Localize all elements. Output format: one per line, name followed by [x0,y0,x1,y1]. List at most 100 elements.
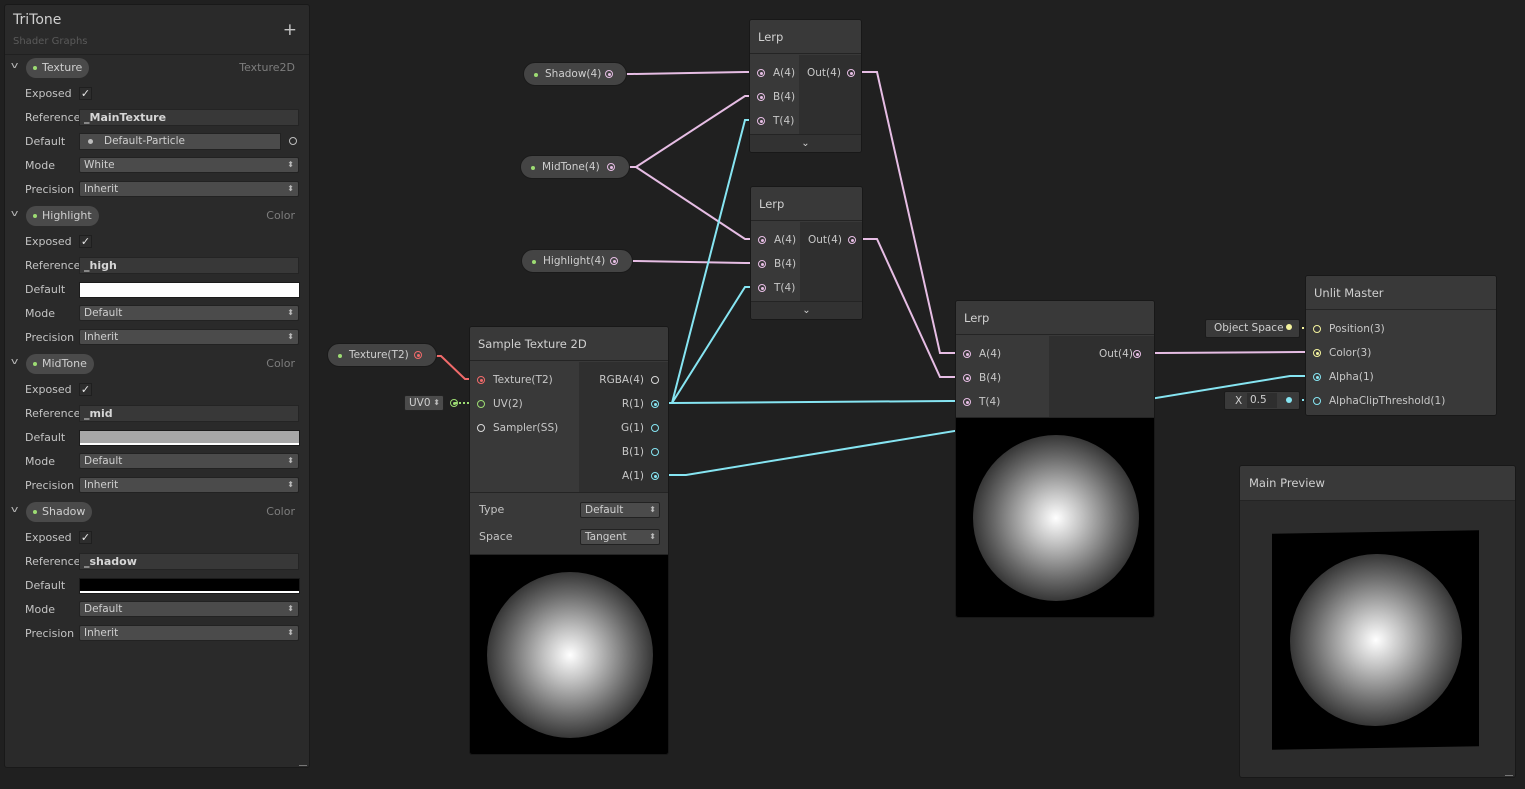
port-connector[interactable] [1313,397,1321,405]
port-label: Sampler(SS) [493,422,559,434]
texture-node-label: Texture(T2) [349,349,409,361]
port-connector[interactable] [963,350,971,358]
port-t[interactable]: T(4) [956,394,1050,410]
port-alpha[interactable]: Alpha(1) [1306,369,1496,385]
collapse-button[interactable]: ⌄ [751,301,862,319]
port-g[interactable]: G(1) [579,420,668,436]
node-outputs: Out(4) [799,55,861,137]
port-a[interactable]: A(4) [956,346,1050,362]
midtone-property-node[interactable]: MidTone(4) [520,155,630,179]
space-value: Tangent [585,531,627,543]
port-uv[interactable]: UV(2) [470,396,580,412]
highlight-node-label: Highlight(4) [543,255,606,267]
port-connector[interactable] [651,400,659,408]
port-connector[interactable] [651,472,659,480]
node-outputs: RGBA(4) R(1) G(1) B(1) A(1) [579,362,668,492]
port-texture[interactable]: Texture(T2) [470,372,580,388]
wire-highlight-to-lerp2-b [620,260,760,264]
port-connector[interactable] [758,260,766,268]
port-b[interactable]: B(4) [751,256,801,272]
port-connector[interactable] [477,400,485,408]
midtone-node-label: MidTone(4) [542,161,600,173]
port-connector[interactable] [1313,325,1321,333]
port-color[interactable]: Color(3) [1306,345,1496,361]
main-preview-panel[interactable]: Main Preview [1239,465,1516,778]
port-connector[interactable] [758,236,766,244]
port-label: B(4) [774,258,797,270]
port-connector[interactable] [848,236,856,244]
collapse-button[interactable]: ⌄ [750,134,861,152]
type-dropdown[interactable]: Default ⬍ [580,502,660,518]
node-outputs: Out(4) [800,222,862,304]
port-a[interactable]: A(4) [750,65,800,81]
port-t[interactable]: T(4) [750,113,800,129]
port-b[interactable]: B(4) [750,89,800,105]
port-position[interactable]: Position(3) [1306,321,1496,337]
port-connector[interactable] [1133,350,1141,358]
port-connector[interactable] [847,69,855,77]
port-a[interactable]: A(1) [579,468,668,484]
lerp-node-3[interactable]: Lerp A(4) B(4) T(4) Out(4) [955,300,1155,618]
port-b[interactable]: B(4) [956,370,1050,386]
position-slot-port[interactable] [1286,324,1292,330]
port-sampler[interactable]: Sampler(SS) [470,420,580,436]
port-connector[interactable] [1313,349,1321,357]
uv-channel-value: UV0 [409,397,431,409]
alpha-clip-slot-port[interactable] [1286,397,1292,403]
port-label: T(4) [774,282,796,294]
highlight-property-node[interactable]: Highlight(4) [521,249,633,273]
highlight-output-port[interactable] [610,257,618,265]
shadow-output-port[interactable] [605,70,613,78]
port-connector[interactable] [651,424,659,432]
wire-shadow-to-lerp1-a [616,71,760,75]
shadow-property-node[interactable]: Shadow(4) [523,62,627,86]
wire-midtone-to-lerp2-a [620,166,760,240]
port-out[interactable]: Out(4) [1049,346,1154,362]
port-connector[interactable] [963,398,971,406]
shadow-node-label: Shadow(4) [545,68,602,80]
main-preview-viewport[interactable] [1272,530,1479,750]
uv-slot-port[interactable] [450,399,458,407]
unlit-master-node[interactable]: Unlit Master Position(3) Color(3) Alpha(… [1305,275,1497,416]
port-connector[interactable] [651,376,659,384]
port-out[interactable]: Out(4) [799,65,861,81]
port-connector[interactable] [477,376,485,384]
port-alpha-clip-threshold[interactable]: AlphaClipThreshold(1) [1306,393,1496,409]
lerp-node-2[interactable]: Lerp A(4) B(4) T(4) Out(4) ⌄ [750,186,863,320]
uv-channel-dropdown[interactable]: UV0 ⬍ [404,395,444,411]
node-title: Lerp [751,187,862,221]
port-connector[interactable] [757,69,765,77]
port-out[interactable]: Out(4) [800,232,862,248]
space-dropdown[interactable]: Tangent ⬍ [580,529,660,545]
alpha-clip-axis-label: X [1235,395,1243,407]
port-r[interactable]: R(1) [579,396,668,412]
preview-gradient [1290,552,1462,728]
port-connector[interactable] [757,117,765,125]
port-t[interactable]: T(4) [751,280,801,296]
port-label: Color(3) [1329,347,1372,359]
node-inputs: Texture(T2) UV(2) Sampler(SS) [470,362,580,492]
port-a[interactable]: A(4) [751,232,801,248]
texture-property-node[interactable]: Texture(T2) [327,343,437,367]
dropdown-arrows-icon: ⬍ [649,505,656,514]
lerp-node-1[interactable]: Lerp A(4) B(4) T(4) Out(4) ⌄ [749,19,862,153]
resize-handle[interactable] [1505,775,1513,776]
port-label: AlphaClipThreshold(1) [1329,395,1446,407]
sample-texture-2d-node[interactable]: Sample Texture 2D Texture(T2) UV(2) Samp… [469,326,669,755]
node-settings: Type Default ⬍ Space Tangent ⬍ [470,492,668,555]
port-label: T(4) [773,115,795,127]
midtone-output-port[interactable] [607,163,615,171]
port-b[interactable]: B(1) [579,444,668,460]
port-connector[interactable] [477,424,485,432]
port-connector[interactable] [758,284,766,292]
alpha-clip-value-field[interactable]: 0.5 [1247,393,1277,408]
port-connector[interactable] [757,93,765,101]
type-label: Type [479,503,505,516]
port-connector[interactable] [963,374,971,382]
texture-output-port[interactable] [414,351,422,359]
port-rgba[interactable]: RGBA(4) [579,372,668,388]
chevron-down-icon: ⌄ [802,305,811,316]
port-connector[interactable] [1313,373,1321,381]
node-preview [470,554,668,754]
port-connector[interactable] [651,448,659,456]
